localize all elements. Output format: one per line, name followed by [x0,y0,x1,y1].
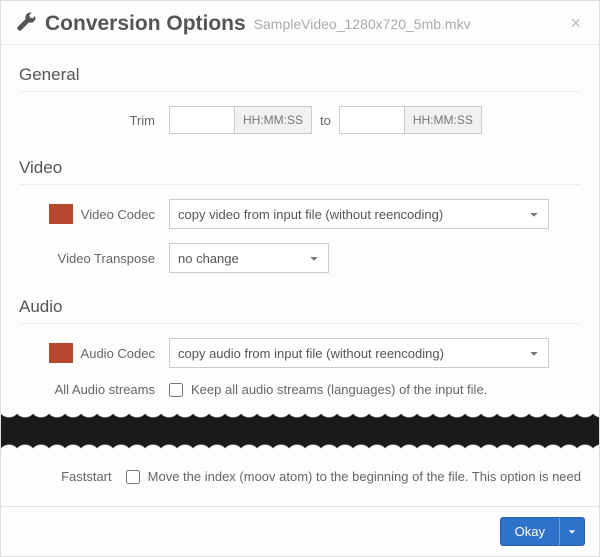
trim-label: Trim [19,113,169,128]
faststart-label: Faststart [19,469,126,484]
dialog-body[interactable]: General Trim HH:MM:SS to HH:MM:SS Video … [1,45,599,506]
content-break [1,411,599,451]
video-codec-label: Video Codec [81,207,155,222]
video-transpose-label: Video Transpose [19,251,169,266]
okay-button[interactable]: Okay [500,517,585,546]
audio-codec-row: Audio Codec copy audio from input file (… [19,338,581,368]
trim-start-addon: HH:MM:SS [234,106,312,134]
dialog-footer: Okay [1,506,599,556]
video-transpose-row: Video Transpose no change [19,243,581,273]
conversion-options-dialog: Conversion Options SampleVideo_1280x720_… [0,0,600,557]
video-codec-marker [49,204,73,224]
audio-codec-marker [49,343,73,363]
trim-row: Trim HH:MM:SS to HH:MM:SS [19,106,581,134]
trim-end-input[interactable] [339,106,404,134]
section-audio: Audio [19,287,581,324]
faststart-row: Faststart Move the index (moov atom) to … [19,469,581,484]
trim-to-label: to [312,113,339,128]
audio-codec-label: Audio Codec [81,346,155,361]
trim-start-input[interactable] [169,106,234,134]
video-transpose-select[interactable]: no change [169,243,329,273]
close-icon[interactable]: × [566,13,585,34]
all-audio-streams-text: Keep all audio streams (languages) of th… [191,382,487,397]
wrench-icon [15,11,37,36]
horizontal-scrollbar[interactable] [1,498,599,506]
okay-button-label: Okay [501,518,559,545]
dialog-title: Conversion Options [45,12,246,36]
all-audio-streams-label: All Audio streams [19,382,169,397]
video-codec-row: Video Codec copy video from input file (… [19,199,581,229]
faststart-checkbox[interactable] [126,470,140,484]
all-audio-streams-checkbox[interactable] [169,383,183,397]
section-video: Video [19,148,581,185]
faststart-text: Move the index (moov atom) to the beginn… [148,469,581,484]
audio-codec-select[interactable]: copy audio from input file (without reen… [169,338,549,368]
dialog-filename: SampleVideo_1280x720_5mb.mkv [254,16,471,32]
trim-end-addon: HH:MM:SS [404,106,482,134]
okay-button-caret[interactable] [559,518,584,545]
video-codec-select[interactable]: copy video from input file (without reen… [169,199,549,229]
all-audio-streams-row: All Audio streams Keep all audio streams… [19,382,581,397]
dialog-header: Conversion Options SampleVideo_1280x720_… [1,1,599,45]
section-general: General [19,55,581,92]
